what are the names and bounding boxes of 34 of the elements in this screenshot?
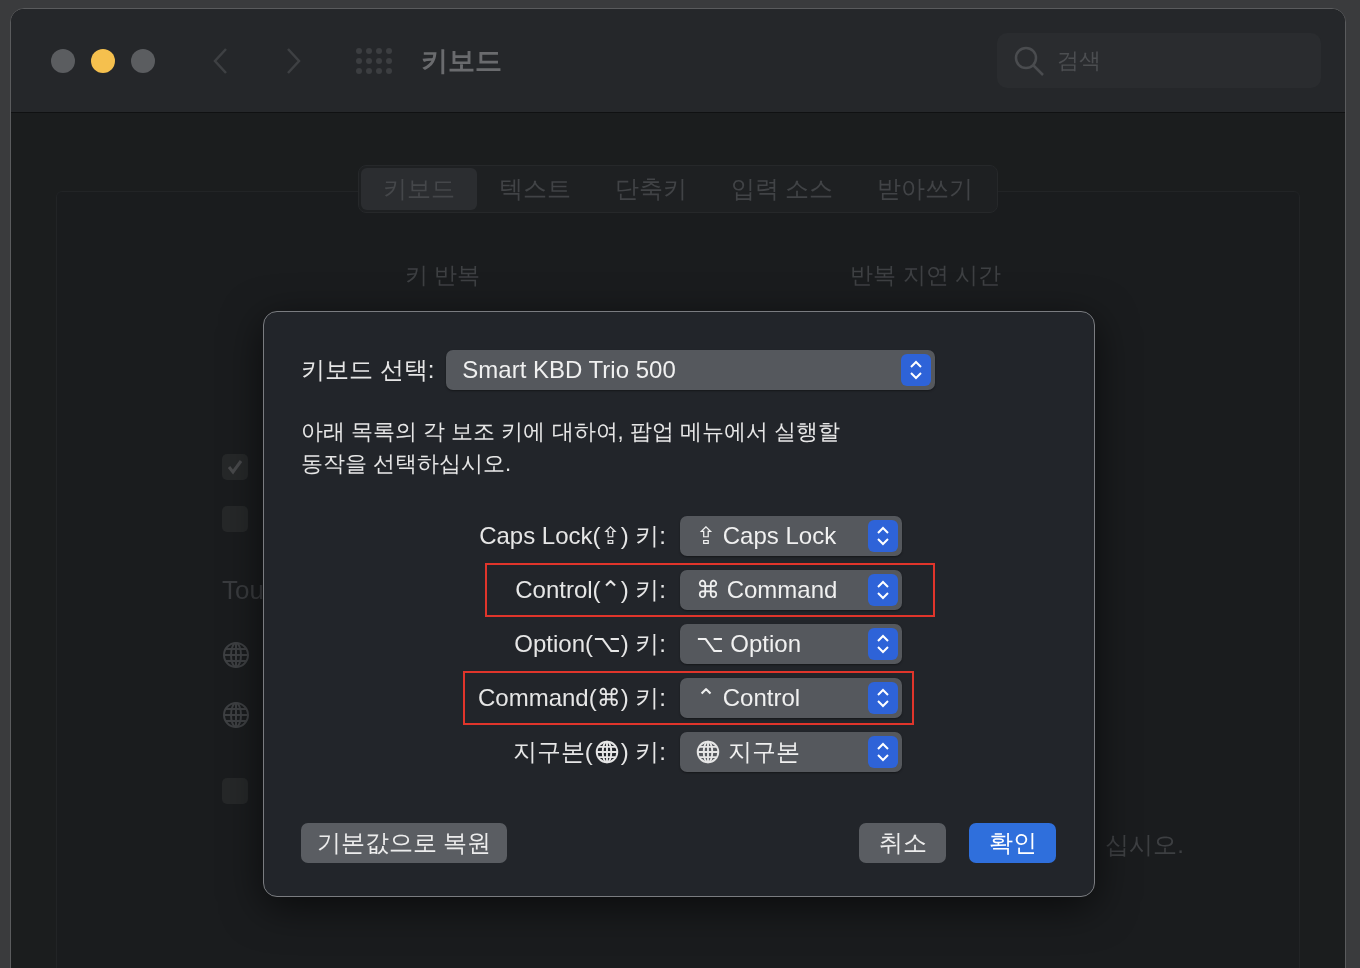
key-label: Control(⌃) 키: [515, 575, 666, 605]
dialog-button[interactable]: 기본값으로 복원 [301, 823, 507, 863]
globe-icon [222, 701, 250, 729]
action-popup[interactable]: ⌃ Control [680, 678, 902, 718]
keyboard-popup[interactable]: Smart KBD Trio 500 [446, 350, 936, 390]
stepper-icon [868, 520, 898, 552]
description-text: 아래 목록의 각 보조 키에 대하여, 팝업 메뉴에서 실행할 동작을 선택하십시오. [301, 418, 841, 478]
key-label: ) 키: [620, 737, 666, 767]
stepper-icon [868, 736, 898, 768]
minimize-button[interactable] [91, 48, 115, 73]
stepper-icon [868, 682, 898, 714]
stepper-icon [868, 628, 898, 660]
key-label: Caps Lock(⇪) 키: [479, 521, 666, 551]
globe-icon [222, 641, 250, 669]
keyboard-label: 키보드 선택: [301, 355, 435, 385]
stepper-icon [868, 574, 898, 606]
globe-icon [696, 740, 720, 764]
globe-icon [594, 740, 619, 764]
action-popup[interactable]: 지구본 [680, 732, 902, 772]
action-popup[interactable]: ⇪ Caps Lock [680, 516, 902, 556]
window-title: 키보드 [421, 44, 502, 78]
key-label: Command(⌘) 키: [477, 683, 666, 713]
stepper-icon [901, 354, 932, 386]
key-label: Option(⌥) 키: [514, 629, 666, 659]
zoom-button[interactable] [131, 48, 155, 73]
close-button[interactable] [51, 48, 75, 73]
key-label: 지구본( [512, 737, 593, 767]
action-popup[interactable]: ⌘ Command [680, 570, 902, 610]
checkmark-icon [225, 457, 245, 477]
dialog-button[interactable]: 확인 [969, 823, 1056, 863]
search-icon [1013, 44, 1045, 77]
checkbox[interactable] [222, 454, 248, 480]
action-popup[interactable]: ⌥ Option [680, 624, 902, 664]
dialog-button[interactable]: 취소 [859, 823, 946, 863]
